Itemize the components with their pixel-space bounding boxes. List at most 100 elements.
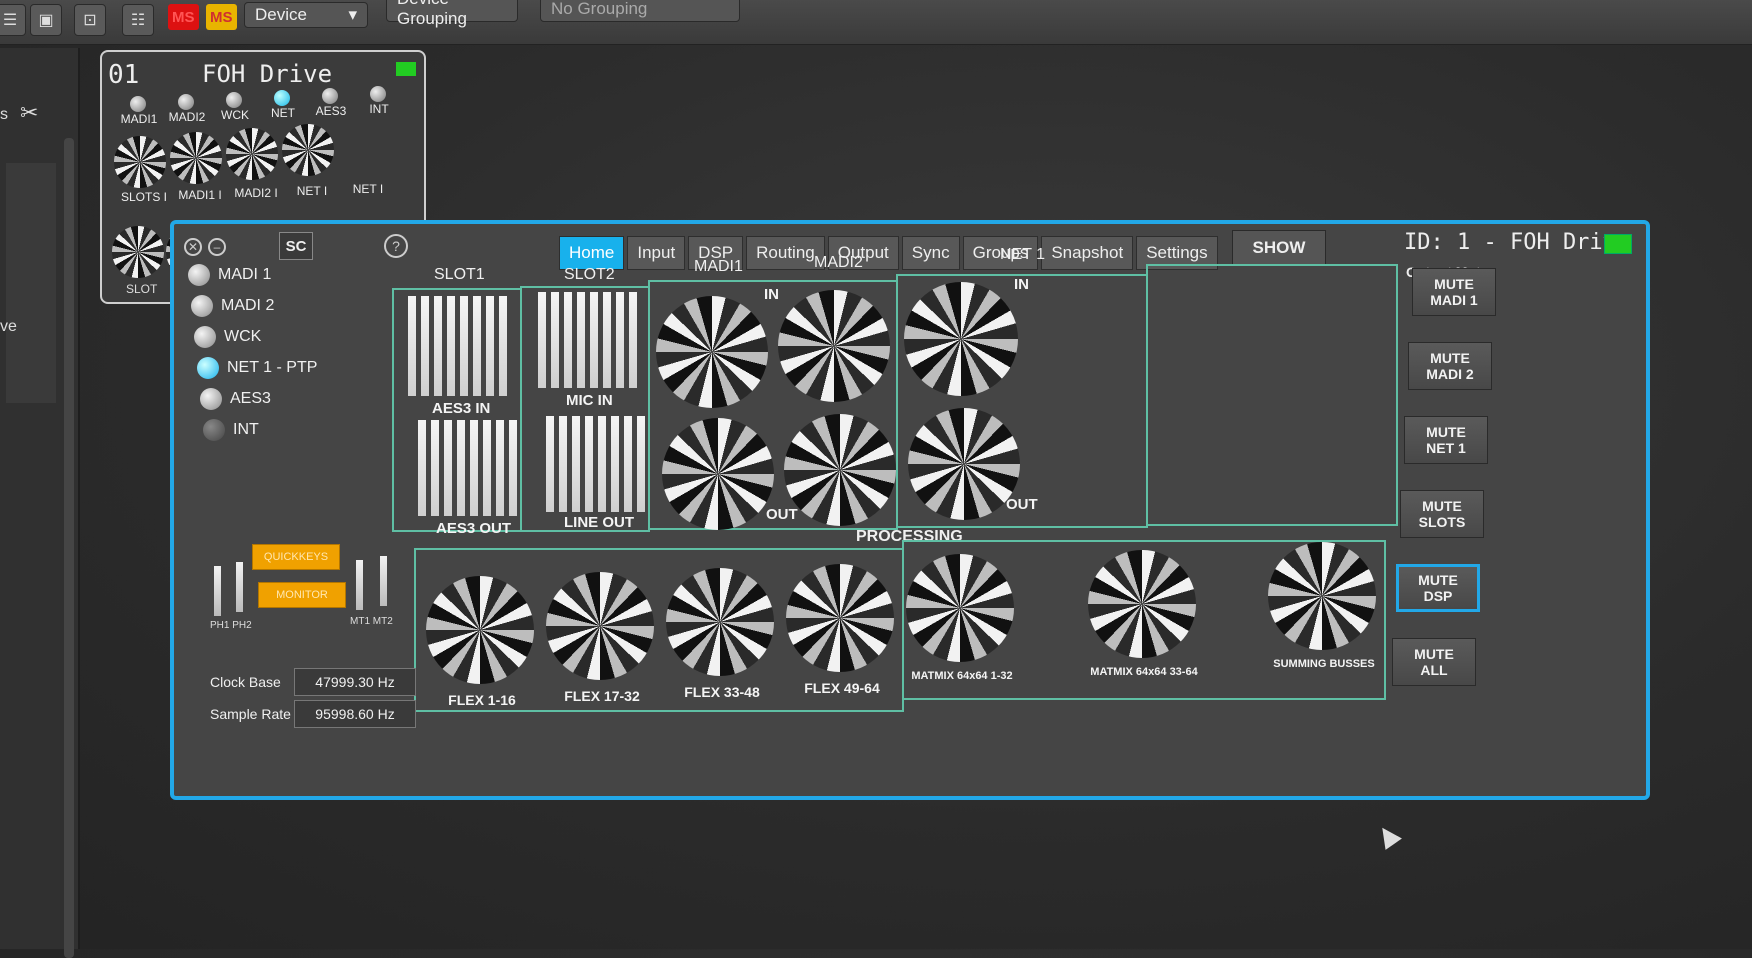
mute-net1-button[interactable]: MUTE NET 1 xyxy=(1404,416,1488,464)
sync-source-item[interactable]: INT xyxy=(203,419,259,441)
sync-radio-icon[interactable] xyxy=(188,264,210,286)
madi-in-label: IN xyxy=(764,286,779,303)
mute-button-text: MUTE DSP xyxy=(1418,572,1458,604)
sync-source-label: INT xyxy=(233,421,259,438)
meter-bar xyxy=(572,416,580,512)
tab-sync[interactable]: Sync xyxy=(901,236,960,270)
net1-in-wheel xyxy=(904,282,1018,396)
indicator-label: NET xyxy=(271,106,295,120)
aes3-out-label: AES3 OUT xyxy=(436,520,512,537)
monitor-button[interactable]: MONITOR xyxy=(258,582,346,608)
tab-routing[interactable]: Routing xyxy=(746,236,825,270)
ms-yellow-badge[interactable]: MS xyxy=(206,4,237,30)
device-grouping-select[interactable]: Device Grouping xyxy=(386,0,518,28)
mic-in-meter xyxy=(538,292,637,388)
minimize-icon[interactable]: – xyxy=(208,238,226,256)
madi1-out-wheel xyxy=(662,418,774,530)
tools-icon[interactable]: ✂ xyxy=(20,100,38,126)
mute-button-text: MUTE MADI 1 xyxy=(1430,276,1477,308)
mini-meter-wheel xyxy=(282,124,334,176)
mute-line2: SLOTS xyxy=(1418,514,1466,530)
meter-bar xyxy=(546,416,554,512)
line-out-meter xyxy=(546,416,645,512)
meter-bar xyxy=(611,416,619,512)
no-grouping-select[interactable]: No Grouping xyxy=(540,0,740,22)
meter-bar xyxy=(499,296,507,396)
mute-button-text: MUTE ALL xyxy=(1414,646,1454,678)
mute-all-button[interactable]: MUTE ALL xyxy=(1392,638,1476,686)
meter-bar xyxy=(590,292,598,388)
sync-radio-icon[interactable] xyxy=(191,295,213,317)
top-toolbar: ☰ ▣ ⊡ ☷ MS MS Device ▾ Device Grouping N… xyxy=(0,0,1752,45)
sync-source-item[interactable]: WCK xyxy=(194,326,261,348)
sync-source-item[interactable]: MADI 2 xyxy=(191,295,274,317)
processing-block-label: MATMIX 64x64 1-32 xyxy=(911,670,1013,682)
sync-source-label: MADI 2 xyxy=(221,297,275,314)
processing-wheel xyxy=(546,572,654,680)
indicator-led-icon xyxy=(274,90,290,106)
meter-bar xyxy=(598,416,606,512)
device-window: ✕ – SC ? Home Input DSP Routing Output Sync Gr… xyxy=(170,220,1650,800)
processing-wheel xyxy=(1268,542,1376,650)
sync-source-label: WCK xyxy=(224,328,262,345)
meter-bar xyxy=(538,292,546,388)
tab-input[interactable]: Input xyxy=(627,236,686,270)
list-icon[interactable]: ☷ xyxy=(122,4,154,36)
help-icon[interactable]: ? xyxy=(384,234,408,258)
sync-source-item[interactable]: AES3 xyxy=(200,388,271,410)
ph2-meter xyxy=(236,562,243,612)
mute-line2: MADI 1 xyxy=(1430,292,1478,308)
show-button[interactable]: SHOW xyxy=(1232,230,1326,266)
sync-radio-icon[interactable] xyxy=(200,388,222,410)
meter-bar xyxy=(577,292,585,388)
aes3-out-meter xyxy=(418,420,517,516)
ms-red-badge[interactable]: MS xyxy=(168,4,199,30)
sync-radio-icon[interactable] xyxy=(197,357,219,379)
left-fragment-s: s xyxy=(0,106,8,123)
mute-dsp-button[interactable]: MUTE DSP xyxy=(1396,564,1480,612)
tab-home[interactable]: Home xyxy=(559,236,625,270)
sync-source-item[interactable]: NET 1 - PTP xyxy=(197,357,317,379)
meter-bar xyxy=(434,296,442,396)
meter-bar xyxy=(408,296,416,396)
mouse-cursor-icon xyxy=(1374,822,1402,850)
chevron-down-icon: ▾ xyxy=(348,5,357,24)
meter-bar xyxy=(509,420,517,516)
processing-wheel xyxy=(786,564,894,672)
mt1-label: MT1 xyxy=(350,616,370,627)
left-scrollbar[interactable] xyxy=(64,138,74,958)
device-card-title: FOH Drive xyxy=(202,60,333,88)
sc-button[interactable]: SC xyxy=(279,232,313,260)
mute-madi2-button[interactable]: MUTE MADI 2 xyxy=(1408,342,1492,390)
tab-snapshot[interactable]: Snapshot xyxy=(1041,236,1134,270)
device-card-led xyxy=(396,62,416,76)
device-card-number: 01 xyxy=(108,60,140,90)
col-madi2: MADI2 xyxy=(814,254,863,271)
mute-line2: ALL xyxy=(1420,662,1448,678)
clock-base-label: Clock Base xyxy=(210,674,281,690)
mute-button-text: MUTE SLOTS xyxy=(1419,498,1466,530)
sync-source-item[interactable]: MADI 1 xyxy=(188,264,271,286)
quickkeys-button[interactable]: QUICKKEYS xyxy=(252,544,340,570)
sync-radio-icon[interactable] xyxy=(194,326,216,348)
sync-radio-icon[interactable] xyxy=(203,419,225,441)
indicator-label: AES3 xyxy=(315,104,347,118)
save-icon[interactable]: ▣ xyxy=(30,4,62,36)
meter-bar xyxy=(457,420,465,516)
mini-meter-wheel xyxy=(226,128,278,180)
lock-icon[interactable]: ⊡ xyxy=(74,4,106,36)
device-select[interactable]: Device ▾ xyxy=(244,2,368,28)
madi2-in-wheel xyxy=(778,290,890,402)
madi2-out-wheel xyxy=(784,414,896,526)
meter-bar xyxy=(470,420,478,516)
left-list-panel xyxy=(6,163,56,403)
back-icon[interactable]: ☰ xyxy=(0,4,26,36)
left-fragment-ve: ve xyxy=(0,318,17,335)
mute-slots-button[interactable]: MUTE SLOTS xyxy=(1400,490,1484,538)
mute-madi1-button[interactable]: MUTE MADI 1 xyxy=(1412,268,1496,316)
meter-bar xyxy=(483,420,491,516)
close-icon[interactable]: ✕ xyxy=(184,238,202,256)
indicator-label: INT xyxy=(369,102,389,116)
mute-line2: MADI 2 xyxy=(1426,366,1474,382)
aes3-in-meter xyxy=(408,296,507,396)
